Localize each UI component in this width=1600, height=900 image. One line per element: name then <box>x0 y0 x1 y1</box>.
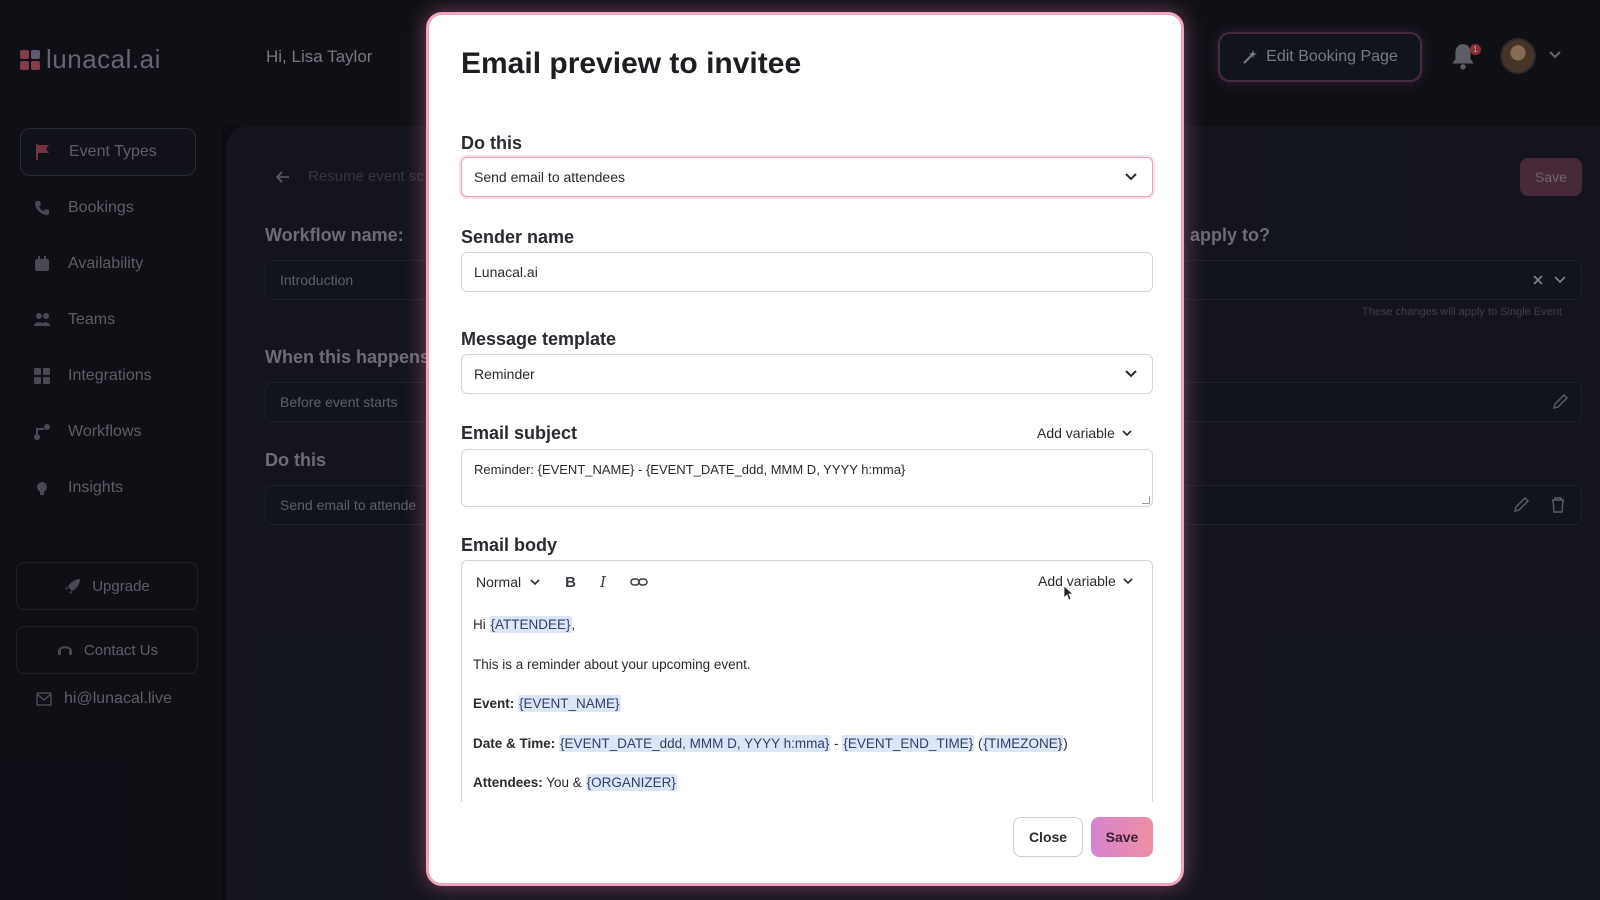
timezone-variable: {TIMEZONE} <box>982 735 1064 752</box>
email-preview-modal: Email preview to invitee Do this Send em… <box>426 12 1184 886</box>
chevron-down-icon <box>1122 430 1132 437</box>
message-template-label: Message template <box>461 329 617 349</box>
email-subject-textarea[interactable]: Reminder: {EVENT_NAME} - {EVENT_DATE_ddd… <box>461 449 1153 507</box>
email-subject-label: Email subject <box>461 423 578 443</box>
attendee-variable: {ATTENDEE} <box>489 616 572 633</box>
action-select[interactable]: Send email to attendees <box>461 157 1153 197</box>
chevron-down-icon <box>1125 370 1137 378</box>
modal-title: Email preview to invitee <box>461 47 802 80</box>
body-attendees-line: Attendees: You & {ORGANIZER} <box>473 774 677 791</box>
chevron-down-icon <box>1123 578 1133 585</box>
event-label: Event: <box>473 696 515 711</box>
action-select-value: Send email to attendees <box>474 169 625 185</box>
message-template-value: Reminder <box>474 366 535 382</box>
body-greeting-line: Hi {ATTENDEE}, <box>473 616 576 633</box>
mouse-cursor-icon <box>1063 585 1075 601</box>
email-body-label: Email body <box>461 535 558 555</box>
body-event-line: Event: {EVENT_NAME} <box>473 695 621 712</box>
text-format-value: Normal <box>476 574 522 590</box>
link-icon[interactable] <box>630 574 648 590</box>
bold-button[interactable]: B <box>565 574 576 591</box>
tz-close: ) <box>1063 736 1068 751</box>
body-add-variable-button[interactable]: Add variable <box>1038 573 1134 589</box>
email-body-editor[interactable]: Normal B I Add variable Hi {ATTENDEE}, T… <box>461 560 1153 802</box>
chevron-down-icon <box>1125 173 1137 181</box>
body-datetime-line: Date & Time: {EVENT_DATE_ddd, MMM D, YYY… <box>473 735 1068 752</box>
close-button[interactable]: Close <box>1013 817 1083 857</box>
event-name-variable: {EVENT_NAME} <box>518 695 621 712</box>
datetime-label: Date & Time: <box>473 736 556 751</box>
italic-button[interactable]: I <box>600 573 606 591</box>
do-this-label: Do this <box>461 133 522 153</box>
sender-name-label: Sender name <box>461 227 575 247</box>
event-end-time-variable: {EVENT_END_TIME} <box>842 735 975 752</box>
editor-toolbar: Normal B I <box>476 573 648 591</box>
attendees-text: You & <box>542 775 586 790</box>
text-format-select[interactable]: Normal <box>476 574 541 590</box>
resize-handle[interactable] <box>1142 496 1150 504</box>
greeting-comma: , <box>571 617 576 632</box>
body-reminder-line: This is a reminder about your upcoming e… <box>473 657 751 672</box>
organizer-variable: {ORGANIZER} <box>585 774 677 791</box>
message-template-select[interactable]: Reminder <box>461 354 1153 394</box>
subject-add-variable-button[interactable]: Add variable <box>1037 425 1133 441</box>
event-date-variable: {EVENT_DATE_ddd, MMM D, YYYY h:mma} <box>559 735 831 752</box>
attendees-label: Attendees: <box>473 775 543 790</box>
sender-name-input[interactable]: Lunacal.ai <box>461 252 1153 292</box>
greeting-text: Hi <box>473 617 490 632</box>
save-button[interactable]: Save <box>1091 817 1153 857</box>
add-variable-label: Add variable <box>1037 425 1115 441</box>
chevron-down-icon <box>530 579 540 586</box>
email-subject-text: Reminder: {EVENT_NAME} - {EVENT_DATE_ddd… <box>474 462 906 477</box>
add-variable-label: Add variable <box>1038 573 1116 589</box>
datetime-separator: - <box>830 736 843 751</box>
